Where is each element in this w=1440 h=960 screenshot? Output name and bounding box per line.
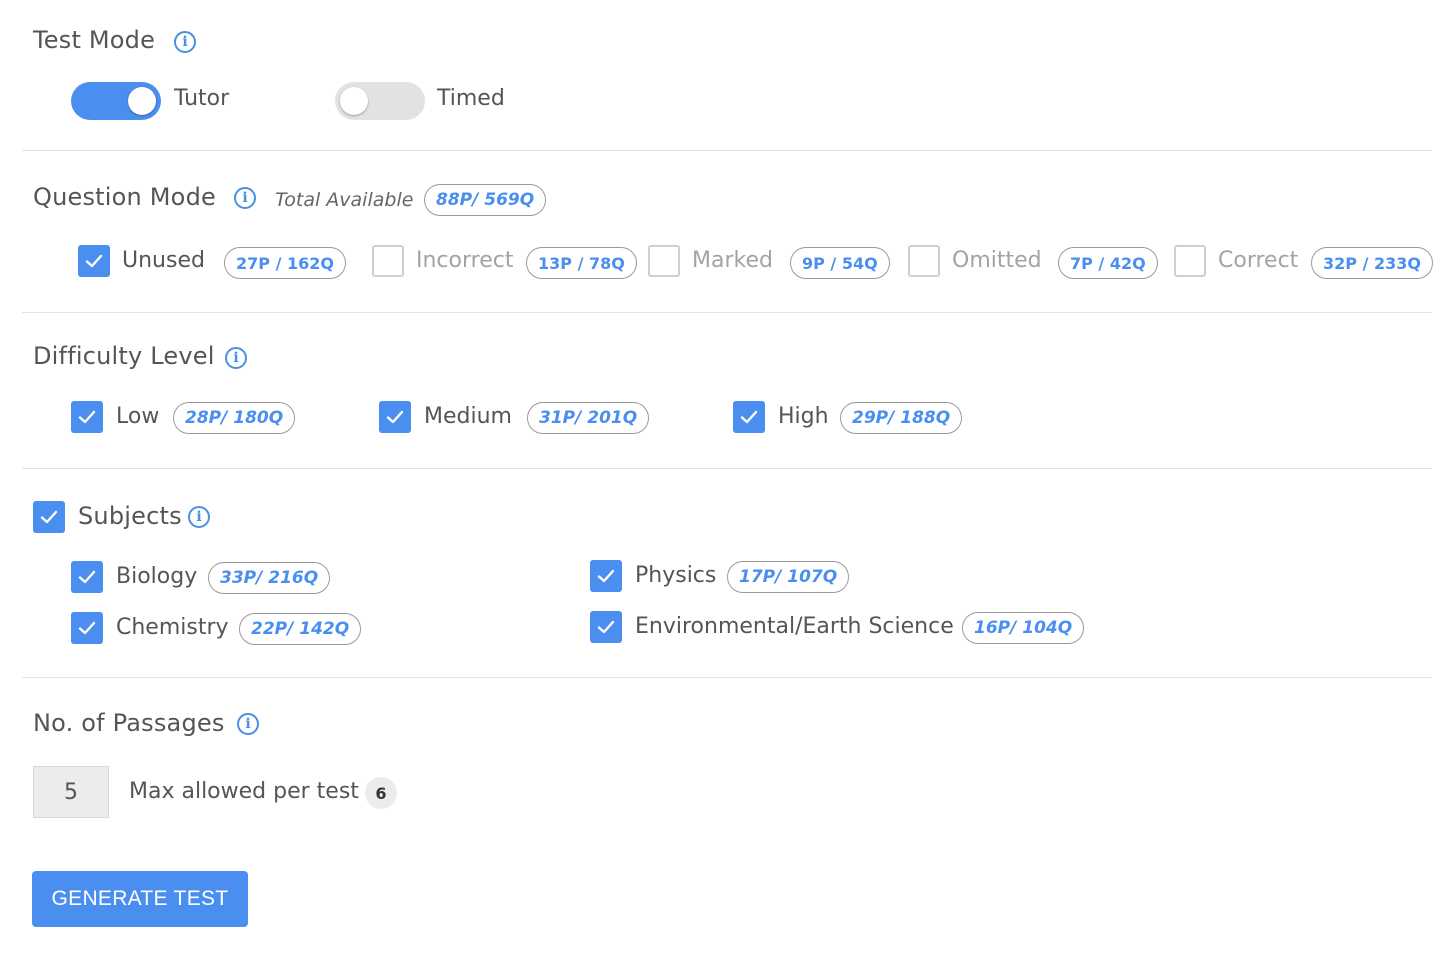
timed-label: Timed [437,86,505,111]
info-icon[interactable]: i [234,187,256,209]
incorrect-checkbox[interactable] [372,245,404,277]
incorrect-label: Incorrect [416,248,514,273]
medium-checkbox[interactable] [379,401,411,433]
max-allowed-count: 6 [365,777,397,809]
correct-checkbox[interactable] [1174,245,1206,277]
total-available-badge: 88P/ 569Q [424,184,547,216]
timed-toggle[interactable] [335,82,425,120]
correct-label: Correct [1218,248,1299,273]
max-allowed-label: Max allowed per test [129,779,359,804]
check-icon [78,410,96,424]
marked-label: Marked [692,248,773,273]
section-divider [22,677,1432,678]
medium-label: Medium [424,404,512,429]
subjects-title: Subjects [78,502,182,530]
low-checkbox[interactable] [71,401,103,433]
physics-badge: 17P/ 107Q [727,561,850,593]
toggle-knob [128,87,156,115]
info-icon[interactable]: i [237,713,259,735]
section-divider [22,312,1432,313]
low-label: Low [116,404,160,429]
correct-badge: 32P / 233Q [1311,247,1433,279]
check-icon [78,570,96,584]
biology-badge: 33P/ 216Q [208,562,331,594]
check-icon [597,569,615,583]
subjects-checkbox[interactable] [33,501,65,533]
difficulty-level-title: Difficulty Level [33,342,215,370]
check-icon [597,620,615,634]
high-checkbox[interactable] [733,401,765,433]
physics-label: Physics [635,563,717,588]
chemistry-label: Chemistry [116,615,229,640]
test-mode-title: Test Mode [33,26,156,54]
biology-label: Biology [116,564,198,589]
info-icon[interactable]: i [188,506,210,528]
tutor-label: Tutor [174,86,230,111]
check-icon [386,410,404,424]
low-badge: 28P/ 180Q [173,402,296,434]
physics-checkbox[interactable] [590,560,622,592]
check-icon [740,410,758,424]
biology-checkbox[interactable] [71,561,103,593]
section-divider [22,150,1432,151]
medium-badge: 31P/ 201Q [527,402,650,434]
omitted-badge: 7P / 42Q [1058,247,1158,279]
total-available-label: Total Available [275,189,414,211]
info-icon[interactable]: i [174,31,196,53]
chemistry-badge: 22P/ 142Q [239,613,362,645]
environmental-earth-science-checkbox[interactable] [590,611,622,643]
passages-input[interactable]: 5 [33,766,109,818]
omitted-label: Omitted [952,248,1042,273]
high-badge: 29P/ 188Q [840,402,963,434]
check-icon [40,510,58,524]
high-label: High [778,404,829,429]
environmental-earth-science-badge: 16P/ 104Q [962,612,1085,644]
omitted-checkbox[interactable] [908,245,940,277]
marked-checkbox[interactable] [648,245,680,277]
passages-title: No. of Passages [33,709,225,737]
generate-test-button[interactable]: GENERATE TEST [32,871,248,927]
section-divider [22,468,1432,469]
unused-label: Unused [122,248,205,273]
unused-checkbox[interactable] [78,245,110,277]
environmental-earth-science-label: Environmental/Earth Science [635,614,954,639]
info-icon[interactable]: i [225,347,247,369]
incorrect-badge: 13P / 78Q [526,247,637,279]
marked-badge: 9P / 54Q [790,247,890,279]
check-icon [78,621,96,635]
tutor-toggle[interactable] [71,82,161,120]
unused-badge: 27P / 162Q [224,247,346,279]
chemistry-checkbox[interactable] [71,612,103,644]
question-mode-title: Question Mode [33,183,216,211]
toggle-knob [340,87,368,115]
check-icon [85,254,103,268]
